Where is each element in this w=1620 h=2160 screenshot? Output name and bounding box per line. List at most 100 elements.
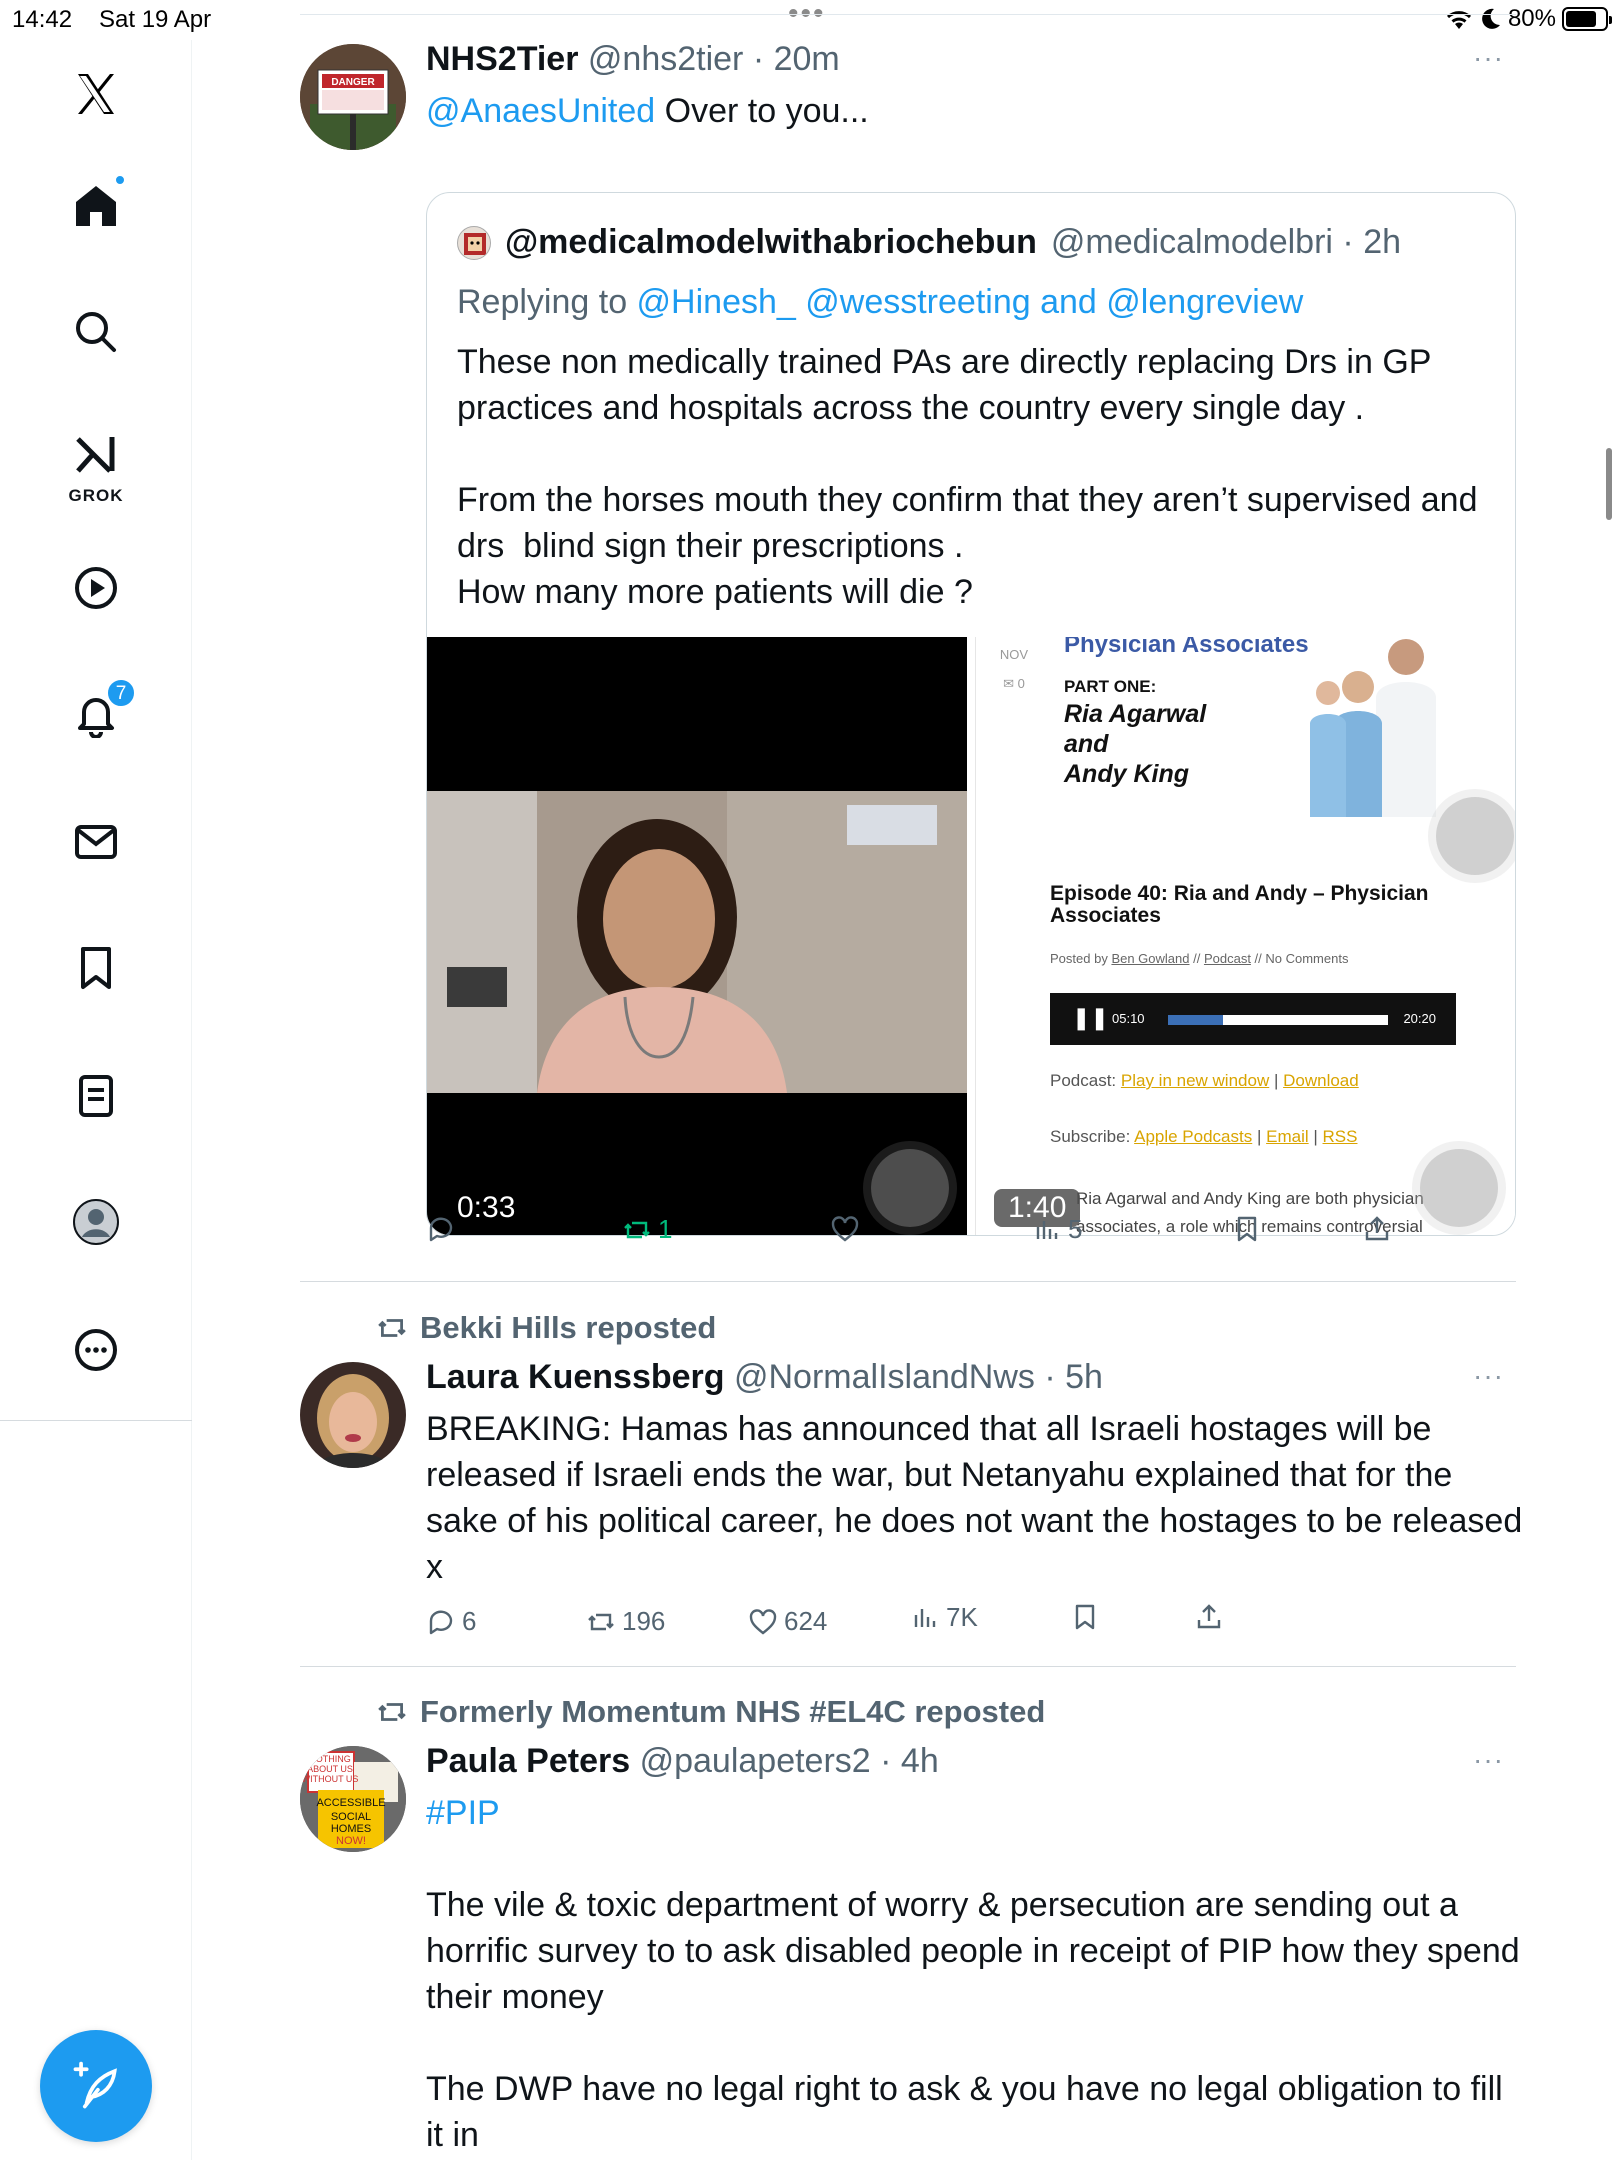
bookmark-icon: [81, 947, 111, 989]
reply-button[interactable]: [426, 1214, 456, 1244]
posted-by-label: Posted by: [1050, 951, 1112, 966]
nav-more[interactable]: [56, 1310, 136, 1390]
notifications-badge: 7: [106, 678, 136, 708]
nav-lists[interactable]: [56, 1056, 136, 1136]
views-count: 5: [1068, 1214, 1083, 1244]
nav-messages[interactable]: [56, 802, 136, 882]
wifi-icon: [1446, 11, 1471, 29]
dot-separator: ·: [1332, 223, 1364, 261]
avatar-nhs2tier[interactable]: DANGER: [300, 44, 406, 150]
sign-text-2: ABOUT US: [307, 1764, 353, 1774]
category-link[interactable]: Podcast: [1204, 951, 1251, 966]
guest-2: Andy King: [1064, 760, 1189, 788]
nav-videos[interactable]: [56, 548, 136, 628]
post-actions: 6 196 624 7K: [426, 1602, 1426, 1646]
more-options-icon[interactable]: ···: [1473, 1744, 1504, 1776]
scroll-indicator[interactable]: [1606, 448, 1612, 520]
nav-profile[interactable]: [56, 1182, 136, 1262]
nav-notifications[interactable]: 7: [56, 674, 136, 754]
protest-sign-image: NOTHING ABOUT US WITHOUT US ACCESSIBLE S…: [300, 1746, 406, 1852]
email-link[interactable]: Email: [1266, 1127, 1309, 1146]
guest-1: Ria Agarwal: [1064, 700, 1207, 728]
quote-author-handle[interactable]: @medicalmodelbri: [1051, 223, 1333, 261]
download-link[interactable]: Download: [1283, 1071, 1359, 1090]
share-icon: [1365, 1216, 1389, 1241]
video-thumbnail-1[interactable]: 0:33: [427, 637, 967, 1235]
share-button[interactable]: [1194, 1602, 1224, 1632]
subscribe-label: Subscribe:: [1050, 1127, 1135, 1146]
mail-icon: [75, 825, 117, 859]
subscribe-links: Subscribe: Apple Podcasts | Email | RSS: [1050, 1127, 1357, 1147]
repost-button[interactable]: 196: [586, 1606, 665, 1637]
more-options-icon[interactable]: ···: [1473, 42, 1504, 74]
status-time: 14:42: [12, 6, 73, 33]
like-count: 624: [784, 1606, 828, 1636]
video-thumbnail-2[interactable]: NOV ✉ 0 Physician Associates PART ONE: R…: [975, 637, 1515, 1235]
audio-player[interactable]: ❚❚ 05:10 20:20: [1050, 993, 1456, 1045]
nav-grok[interactable]: GROK: [56, 418, 136, 510]
repost-indicator: Formerly Momentum NHS #EL4C reposted: [376, 1694, 1045, 1730]
mention-link[interactable]: @AnaesUnited: [426, 92, 655, 130]
reposted-by[interactable]: Formerly Momentum NHS #EL4C reposted: [420, 1694, 1045, 1730]
battery-percent: 80%: [1507, 5, 1556, 32]
views-button[interactable]: 7K: [910, 1602, 978, 1633]
nav-explore[interactable]: [56, 292, 136, 372]
nav-bookmarks[interactable]: [56, 928, 136, 1008]
hashtag-link[interactable]: #PIP: [426, 1790, 1526, 1836]
quoted-post[interactable]: @medicalmodelwithabriochebun @medicalmod…: [426, 192, 1516, 1236]
video-frame-woman: [427, 791, 967, 1093]
decorative-circle-top: [1436, 797, 1514, 875]
quote-avatar[interactable]: [457, 225, 491, 260]
author-handle[interactable]: @nhs2tier: [588, 40, 743, 78]
reply-count: 6: [462, 1606, 477, 1636]
post-separator: [300, 1666, 1516, 1667]
webpage-guests: Ria Agarwal and Andy King: [1064, 699, 1206, 789]
nav-home[interactable]: [56, 166, 136, 246]
player-progress-track[interactable]: [1168, 1015, 1388, 1025]
list-icon: [79, 1075, 113, 1117]
compose-post-button[interactable]: [40, 2030, 152, 2142]
x-logo-icon[interactable]: [56, 54, 136, 134]
quote-author-name[interactable]: @medicalmodelwithabriochebun: [505, 223, 1037, 262]
search-icon: [76, 312, 116, 352]
avatar-laura-kuenssberg[interactable]: [300, 1362, 406, 1468]
author-name[interactable]: Laura Kuenssberg: [426, 1358, 725, 1396]
video-play-button-2[interactable]: [1420, 1149, 1498, 1227]
like-button[interactable]: 624: [748, 1606, 827, 1637]
views-count: 7K: [946, 1602, 978, 1632]
battery-icon: [1562, 7, 1612, 31]
post-time[interactable]: 20m: [774, 40, 840, 78]
more-options-icon[interactable]: ···: [1473, 1360, 1504, 1392]
repost-button[interactable]: 1: [622, 1214, 672, 1245]
post-time[interactable]: 5h: [1065, 1358, 1103, 1396]
reposted-by[interactable]: Bekki Hills reposted: [420, 1310, 716, 1346]
webpage-part: PART ONE:: [1064, 677, 1157, 696]
rss-link[interactable]: RSS: [1323, 1127, 1358, 1146]
bookmark-icon: [1237, 1216, 1257, 1242]
author-link[interactable]: Ben Gowland: [1111, 951, 1189, 966]
like-button[interactable]: [830, 1214, 860, 1244]
play-new-window-link[interactable]: Play in new window: [1121, 1071, 1269, 1090]
author-handle[interactable]: @NormalIslandNws: [734, 1358, 1035, 1396]
bookmark-button[interactable]: [1232, 1214, 1262, 1244]
reply-button[interactable]: 6: [426, 1606, 476, 1637]
apple-podcasts-link[interactable]: Apple Podcasts: [1134, 1127, 1252, 1146]
share-icon: [1197, 1604, 1221, 1629]
bookmark-button[interactable]: [1070, 1602, 1100, 1632]
author-handle[interactable]: @paulapeters2: [640, 1742, 871, 1780]
author-name[interactable]: NHS2Tier: [426, 40, 578, 78]
sidebar-divider: [0, 1420, 192, 1421]
webpage-date: NOV ✉ 0: [996, 647, 1032, 692]
author-name[interactable]: Paula Peters: [426, 1742, 630, 1780]
views-button[interactable]: 5: [1032, 1214, 1082, 1245]
post-time[interactable]: 4h: [901, 1742, 939, 1780]
comment-count: 0: [1017, 676, 1025, 691]
pause-icon[interactable]: ❚❚: [1072, 1005, 1109, 1031]
avatar-paula-peters[interactable]: NOTHING ABOUT US WITHOUT US ACCESSIBLE S…: [300, 1746, 406, 1852]
replying-to-users[interactable]: @Hinesh_ @wesstreeting and @lengreview: [637, 283, 1304, 321]
posted-sep: //: [1189, 951, 1204, 966]
heart-icon: [749, 1608, 777, 1635]
podcast-links: Podcast: Play in new window | Download: [1050, 1071, 1359, 1091]
post-text-body: Over to you...: [655, 92, 869, 130]
share-button[interactable]: [1362, 1214, 1392, 1244]
